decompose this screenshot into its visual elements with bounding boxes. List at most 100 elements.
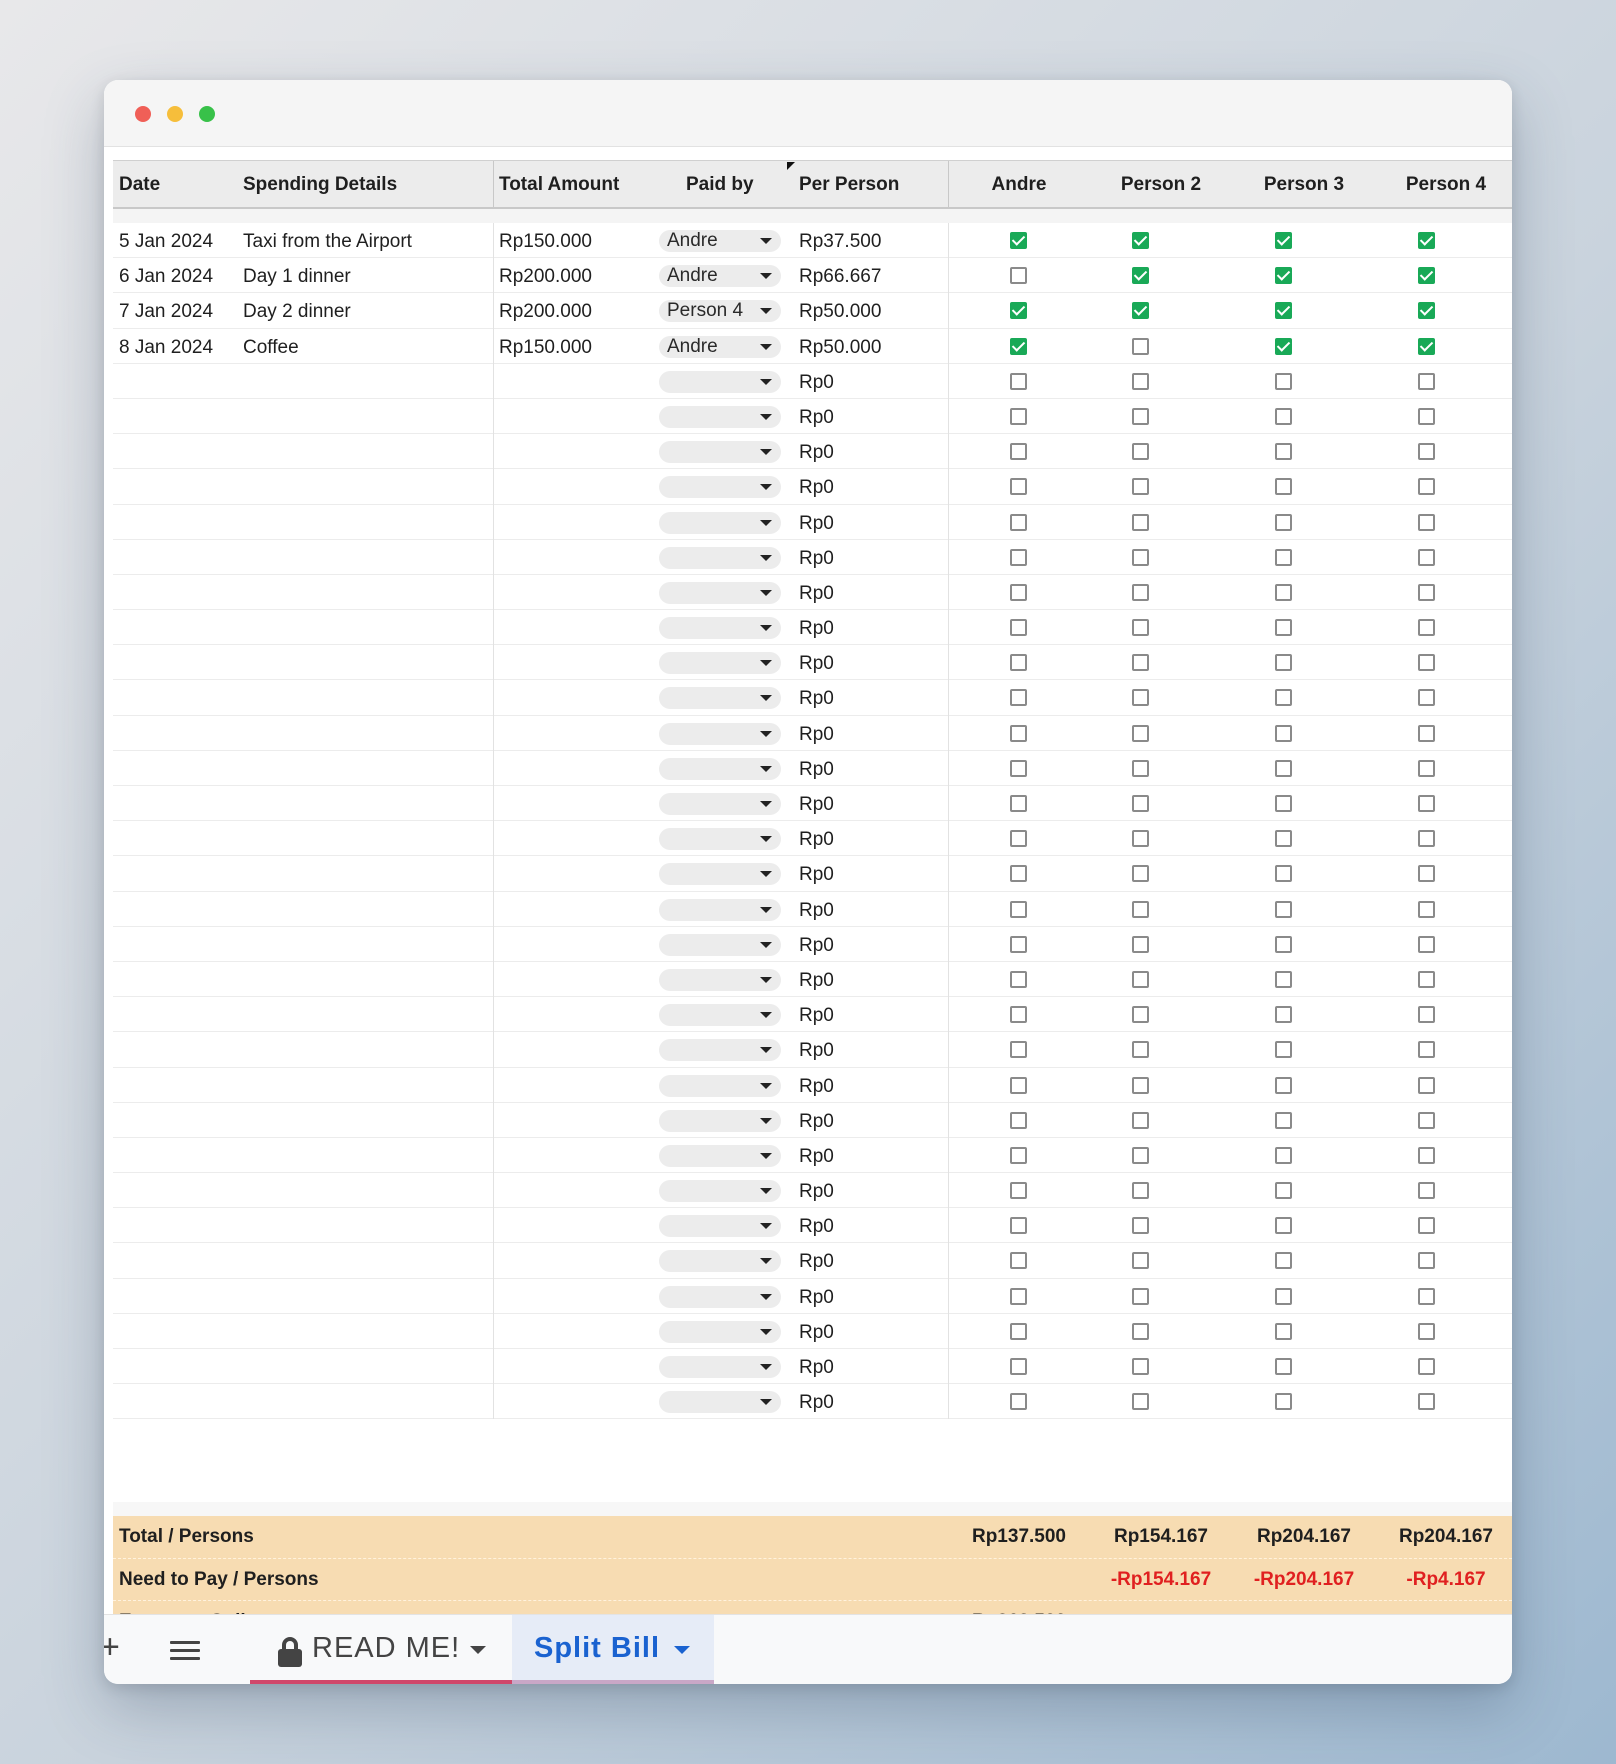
checkbox-unchecked[interactable] [1418,1217,1435,1235]
checkbox-unchecked[interactable] [1010,619,1027,637]
per-person-cell[interactable]: Rp66.667 [799,258,881,293]
header-spending-details[interactable]: Spending Details [243,161,397,208]
checkbox-unchecked[interactable] [1132,970,1149,988]
checkbox-unchecked[interactable] [1010,513,1027,531]
total-value-person-4[interactable]: Rp204.167 [1375,1516,1512,1558]
checkbox-unchecked[interactable] [1010,1146,1027,1164]
checkbox-unchecked[interactable] [1010,1041,1027,1059]
total-amount-cell[interactable]: Rp200.000 [499,258,592,293]
per-person-cell[interactable]: Rp37.500 [799,223,881,258]
checkbox-unchecked[interactable] [1010,1358,1027,1375]
checkbox-unchecked[interactable] [1275,1252,1292,1270]
per-person-cell[interactable]: Rp0 [799,469,834,504]
checkbox-unchecked[interactable] [1010,548,1027,566]
per-person-cell[interactable]: Rp0 [799,540,834,575]
checkbox-unchecked[interactable] [1275,513,1292,531]
checkbox-unchecked[interactable] [1418,935,1435,953]
checkbox-unchecked[interactable] [1275,1006,1292,1024]
per-person-cell[interactable]: Rp0 [799,927,834,962]
checkbox-unchecked[interactable] [1418,795,1435,812]
close-window-button[interactable] [135,106,151,122]
checkbox-unchecked[interactable] [1275,1393,1292,1411]
paid-by-dropdown[interactable] [659,1109,781,1132]
header-per-person[interactable]: Per Person [799,161,899,208]
paid-by-dropdown[interactable] [659,546,781,569]
total-amount-cell[interactable]: Rp150.000 [499,223,592,258]
paid-by-dropdown[interactable] [659,1250,781,1273]
checkbox-checked[interactable] [1275,302,1292,320]
paid-by-dropdown[interactable] [659,757,781,780]
checkbox-unchecked[interactable] [1132,337,1149,355]
need-value-person-3[interactable]: -Rp204.167 [1233,1559,1375,1601]
paid-by-dropdown[interactable] [659,405,781,428]
checkbox-unchecked[interactable] [1275,865,1292,883]
per-person-cell[interactable]: Rp0 [799,997,834,1032]
per-person-cell[interactable]: Rp0 [799,856,834,891]
checkbox-checked[interactable] [1010,302,1027,320]
per-person-cell[interactable]: Rp0 [799,1279,834,1314]
per-person-cell[interactable]: Rp0 [799,1032,834,1067]
checkbox-unchecked[interactable] [1010,759,1027,777]
checkbox-unchecked[interactable] [1132,1358,1149,1375]
chevron-down-icon[interactable] [674,1646,690,1654]
checkbox-unchecked[interactable] [1132,1182,1149,1200]
per-person-cell[interactable]: Rp0 [799,1314,834,1349]
per-person-cell[interactable]: Rp0 [799,645,834,680]
spending-details-cell[interactable]: Day 2 dinner [243,293,351,328]
per-person-cell[interactable]: Rp0 [799,610,834,645]
checkbox-unchecked[interactable] [1010,1217,1027,1235]
paid-by-dropdown[interactable] [659,1039,781,1062]
checkbox-unchecked[interactable] [1132,619,1149,637]
spending-details-cell[interactable]: Coffee [243,329,299,364]
checkbox-unchecked[interactable] [1132,1111,1149,1129]
per-person-cell[interactable]: Rp0 [799,680,834,715]
maximize-window-button[interactable] [199,106,215,122]
checkbox-unchecked[interactable] [1275,407,1292,425]
checkbox-unchecked[interactable] [1275,1217,1292,1235]
checkbox-unchecked[interactable] [1010,443,1027,461]
checkbox-unchecked[interactable] [1132,1322,1149,1340]
checkbox-unchecked[interactable] [1010,1182,1027,1200]
paid-by-dropdown[interactable] [659,1391,781,1414]
checkbox-unchecked[interactable] [1132,689,1149,707]
paid-by-dropdown[interactable] [659,933,781,956]
per-person-cell[interactable]: Rp0 [799,892,834,927]
per-person-cell[interactable]: Rp0 [799,1068,834,1103]
checkbox-unchecked[interactable] [1132,654,1149,672]
checkbox-unchecked[interactable] [1132,830,1149,848]
checkbox-unchecked[interactable] [1132,513,1149,531]
checkbox-unchecked[interactable] [1418,1111,1435,1129]
paid-by-dropdown[interactable] [659,476,781,499]
checkbox-unchecked[interactable] [1132,372,1149,390]
header-date[interactable]: Date [119,161,160,208]
checkbox-unchecked[interactable] [1418,724,1435,742]
plus-icon[interactable]: + [104,1627,120,1667]
checkbox-unchecked[interactable] [1418,654,1435,672]
checkbox-unchecked[interactable] [1010,267,1027,285]
checkbox-unchecked[interactable] [1010,1076,1027,1094]
checkbox-unchecked[interactable] [1010,372,1027,390]
paid-by-dropdown[interactable]: Person 4 [659,300,781,323]
checkbox-unchecked[interactable] [1418,1287,1435,1305]
per-person-cell[interactable]: Rp50.000 [799,293,881,328]
checkbox-unchecked[interactable] [1418,900,1435,918]
checkbox-unchecked[interactable] [1132,865,1149,883]
checkbox-unchecked[interactable] [1010,1111,1027,1129]
checkbox-unchecked[interactable] [1275,1111,1292,1129]
checkbox-unchecked[interactable] [1010,1287,1027,1305]
header-total-amount[interactable]: Total Amount [499,161,619,208]
paid-by-dropdown[interactable] [659,1285,781,1308]
checkbox-checked[interactable] [1132,232,1149,249]
checkbox-unchecked[interactable] [1275,970,1292,988]
per-person-cell[interactable]: Rp50.000 [799,329,881,364]
checkbox-unchecked[interactable] [1275,1182,1292,1200]
need-value-person-2[interactable]: -Rp154.167 [1090,1559,1232,1601]
checkbox-unchecked[interactable] [1132,1006,1149,1024]
checkbox-unchecked[interactable] [1132,795,1149,812]
checkbox-unchecked[interactable] [1418,689,1435,707]
paid-by-dropdown[interactable] [659,1004,781,1027]
checkbox-unchecked[interactable] [1010,654,1027,672]
paid-by-dropdown[interactable] [659,1144,781,1167]
paid-by-dropdown[interactable] [659,898,781,921]
checkbox-unchecked[interactable] [1418,759,1435,777]
